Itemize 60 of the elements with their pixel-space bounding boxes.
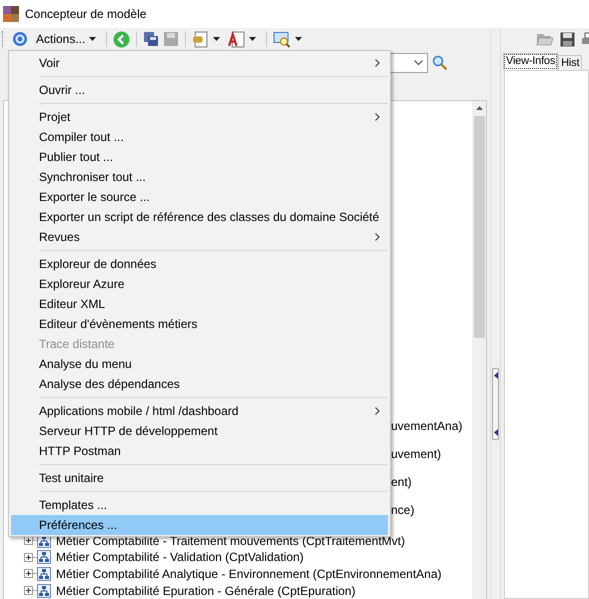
hierarchy-icon <box>37 566 51 581</box>
tree-item-label: uvementAna) <box>391 419 462 434</box>
menu-item[interactable]: Applications mobile / html /dashboard <box>11 401 388 421</box>
menu-item[interactable]: Compiler tout ... <box>11 127 388 147</box>
find-window-icon[interactable] <box>273 30 292 48</box>
save-icon <box>163 31 180 47</box>
menu-item[interactable]: Publier tout ... <box>11 147 388 167</box>
tree-item-label[interactable]: Métier Comptabilité Analytique - Environnement (CptEnvironnementAna) <box>56 566 442 581</box>
tree-item-label: ent) <box>391 475 412 490</box>
caret-icon[interactable] <box>213 37 220 41</box>
menu-item[interactable]: Ouvrir ... <box>11 80 388 100</box>
menu-item[interactable]: Exploreur Azure <box>11 274 388 294</box>
hierarchy-icon <box>37 550 51 564</box>
tree-item-label: nce) <box>391 503 414 518</box>
menu-item: Trace distante <box>38 336 116 353</box>
save-all-icon[interactable] <box>143 31 160 47</box>
app-icon <box>3 6 19 22</box>
window-title: Concepteur de modèle <box>25 7 146 21</box>
tree-item-label[interactable]: Métier Comptabilité - Validation (CptValidation) <box>56 550 304 564</box>
menu-item[interactable]: Analyse des dépendances <box>11 374 388 394</box>
tree-item-label[interactable]: Métier Comptabilité Epuration - Générale (CptEpuration) <box>56 584 356 598</box>
tree-item-label[interactable]: Métier Comptabilité - Traitement mouvements (CptTraitementMvt) <box>56 534 405 548</box>
menu-item[interactable]: Editeur XML <box>11 294 388 314</box>
scroll-up-icon[interactable] <box>476 106 482 110</box>
expand-icon[interactable] <box>24 586 33 596</box>
vertical-scrollbar[interactable] <box>472 101 486 599</box>
collapse-left-icon[interactable] <box>494 372 498 379</box>
save-icon[interactable] <box>560 32 575 46</box>
menu-item[interactable]: HTTP Postman <box>11 441 388 461</box>
menu-item[interactable]: Revues <box>11 227 388 247</box>
menu-item[interactable]: Editeur d'évènements métiers <box>11 314 388 334</box>
search-icon[interactable] <box>432 55 448 71</box>
hierarchy-icon <box>37 584 51 598</box>
menu-item[interactable]: Serveur HTTP de développement <box>11 421 388 441</box>
tree-item-label: uvement) <box>391 447 442 462</box>
actions-menu-button[interactable]: Actions... <box>32 29 100 49</box>
menu-item[interactable]: Templates ... <box>11 495 388 515</box>
menu-item[interactable]: Analyse du menu <box>11 354 388 374</box>
caret-icon[interactable] <box>295 37 302 41</box>
caret-icon[interactable] <box>249 37 256 41</box>
caret-icon[interactable] <box>89 37 96 41</box>
document-letter-icon[interactable] <box>228 30 246 48</box>
menu-item[interactable]: Exporter le source ... <box>11 187 388 207</box>
menu-item[interactable]: Exploreur de données <box>11 254 388 274</box>
circle-icon[interactable] <box>12 31 28 47</box>
menu-item[interactable]: Préférences ... <box>11 515 388 535</box>
folder-icon[interactable] <box>536 32 554 46</box>
menu-item[interactable]: Projet <box>11 107 388 127</box>
menu-item[interactable]: Voir <box>11 53 388 73</box>
chevron-down-icon <box>414 60 423 66</box>
tab[interactable]: Hist <box>558 55 582 70</box>
menu-item[interactable]: Test unitaire <box>11 468 388 488</box>
expand-icon[interactable] <box>24 569 33 578</box>
menu-item[interactable]: Exporter un script de référence des classes du domaine Société <box>11 207 388 227</box>
menu-item[interactable]: Synchroniser tout ... <box>11 167 388 187</box>
collapse-left-icon[interactable] <box>494 429 498 436</box>
splitter-handle[interactable] <box>492 368 499 440</box>
expand-icon[interactable] <box>24 552 33 562</box>
tab[interactable]: View-Infos <box>503 53 558 70</box>
scrollbar-thumb[interactable] <box>474 116 484 338</box>
